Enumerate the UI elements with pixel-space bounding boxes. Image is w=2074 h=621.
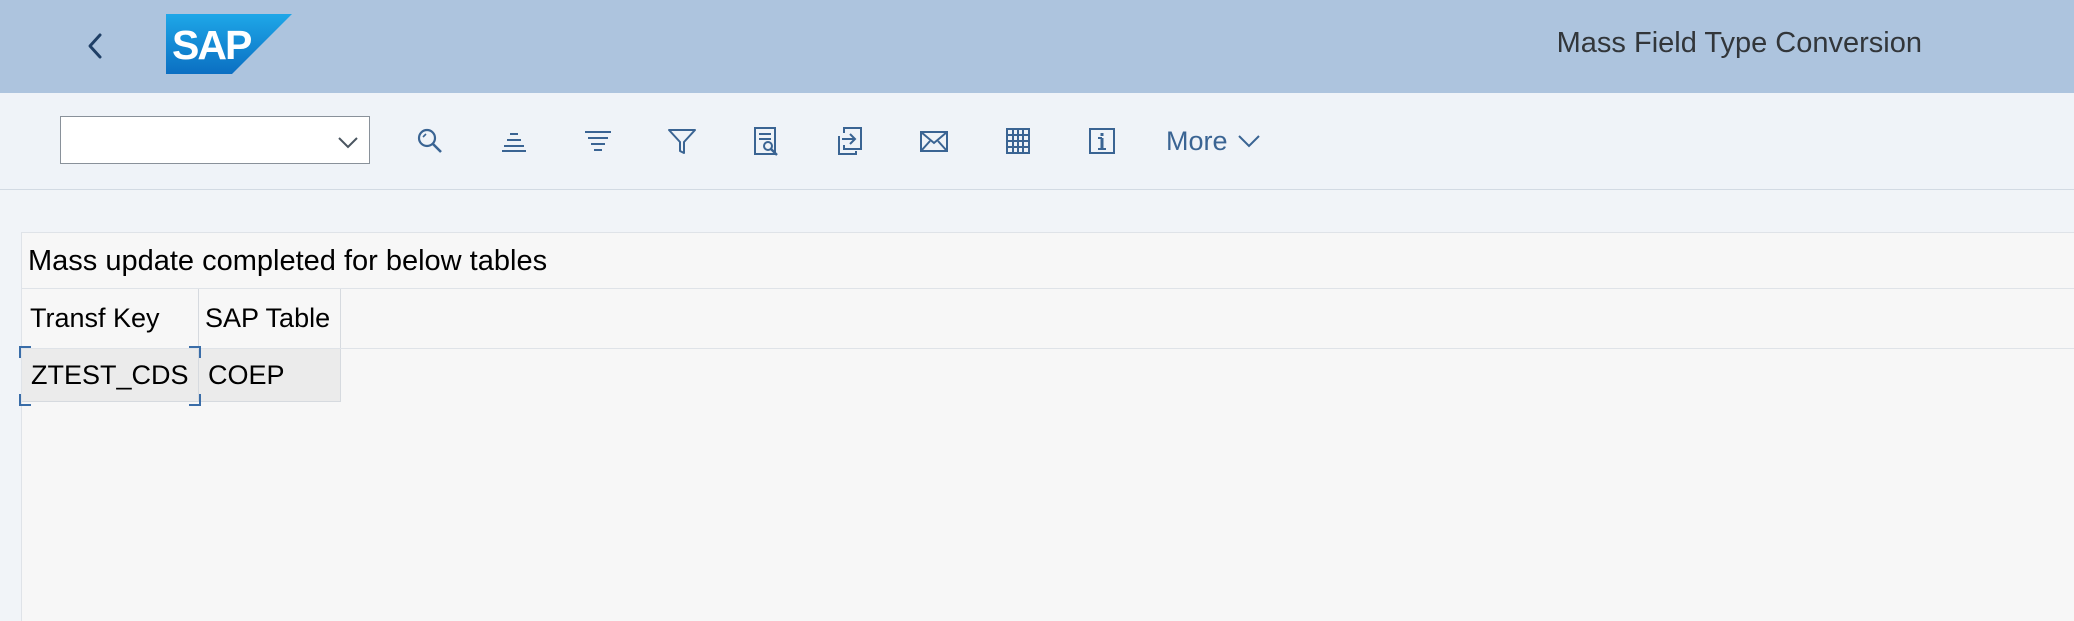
chevron-left-icon [88, 33, 102, 59]
spreadsheet-icon [1006, 128, 1030, 154]
filter-icon [668, 129, 696, 154]
page-title: Mass Field Type Conversion [1556, 27, 1922, 59]
print-preview-button[interactable] [746, 121, 786, 161]
search-button[interactable] [410, 121, 450, 161]
chevron-down-icon [1237, 135, 1260, 148]
back-button[interactable] [76, 26, 116, 66]
info-icon [1089, 128, 1115, 154]
mail-icon [920, 131, 948, 152]
table-cell-sap-table[interactable]: COEP [199, 349, 341, 402]
result-title: Mass update completed for below tables [28, 245, 548, 277]
shell-header: SAP Mass Field Type Conversion [0, 0, 2074, 93]
column-header-transf-key[interactable]: Transf Key [22, 289, 199, 348]
filter-button[interactable] [662, 121, 702, 161]
export-icon [838, 127, 862, 155]
mail-button[interactable] [914, 121, 954, 161]
sort-ascending-icon [502, 133, 526, 152]
chevron-down-icon [338, 137, 358, 149]
toolbar: More [0, 93, 2074, 190]
more-button[interactable]: More [1166, 121, 1262, 161]
search-icon [417, 128, 442, 153]
focus-indicator [189, 346, 201, 358]
info-button[interactable] [1082, 121, 1122, 161]
more-label: More [1166, 125, 1228, 156]
table-cell-transf-key[interactable]: ZTEST_CDS [22, 349, 199, 402]
print-preview-icon [754, 127, 778, 156]
sort-descending-icon [585, 131, 611, 151]
focus-indicator [19, 394, 31, 406]
sort-descending-button[interactable] [578, 121, 618, 161]
sort-ascending-button[interactable] [494, 121, 534, 161]
spreadsheet-button[interactable] [998, 121, 1038, 161]
focus-indicator [189, 394, 201, 406]
result-panel: Mass update completed for below tables T… [19, 232, 2074, 621]
sap-logo: SAP [166, 14, 292, 74]
column-header-sap-table[interactable]: SAP Table [199, 289, 341, 348]
focus-indicator [19, 346, 31, 358]
export-button[interactable] [830, 121, 870, 161]
variant-select[interactable] [60, 116, 370, 164]
logo-text: SAP [172, 22, 251, 68]
